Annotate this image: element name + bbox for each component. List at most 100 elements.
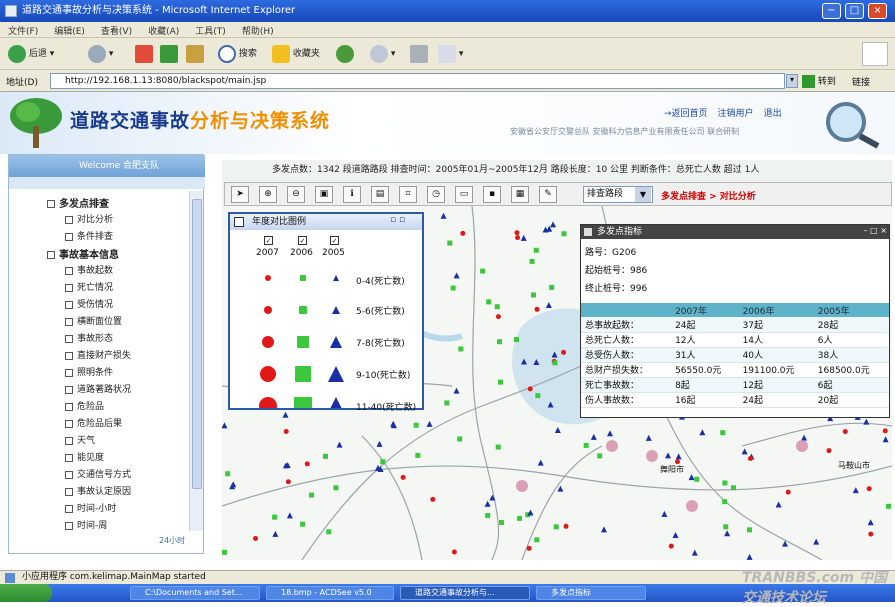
accident-marker-2007 [285,479,291,485]
checkbox-2006[interactable]: ✓ [298,236,307,245]
task-info-window[interactable]: 多发点指标 [536,586,646,600]
sidebar-item[interactable]: 条件排查 [65,229,113,242]
accident-marker-2006 [583,442,589,448]
table-cell: 总财产损失数： [581,362,672,378]
route-select-arrow-icon[interactable]: ▼ [635,187,651,202]
forward-button[interactable]: ▾ [88,44,113,64]
close-button[interactable]: × [868,3,887,19]
sidebar-item[interactable]: 天气 [65,433,95,446]
pointer-icon[interactable]: ➤ [231,186,249,203]
sidebar-item[interactable]: 事故形态 [65,331,113,344]
scrollbar-thumb[interactable] [192,199,202,489]
exit-link[interactable]: 退出 [764,109,782,119]
sidebar-item[interactable]: 多发点排查 [47,195,109,210]
home-button[interactable] [186,44,204,64]
start-button[interactable] [0,584,52,602]
sidebar-item[interactable]: 死亡情况 [65,280,113,293]
app-header: 道路交通事故分析与决策系统 →返回首页 注销用户 退出 安徽省公安厅交警总队 安徽科… [0,92,895,154]
table-cell: 28起 [813,317,889,333]
search-button[interactable]: 搜索 [218,44,257,64]
menu-help[interactable]: 帮助(H) [234,22,282,37]
sidebar-item[interactable]: 事故基本信息 [47,246,119,261]
task-explorer[interactable]: C:\Documents and Set... [130,586,260,600]
print-icon[interactable]: ▦ [511,186,529,203]
sidebar-item[interactable]: 对比分析 [65,212,113,225]
accident-marker-2006 [494,304,500,310]
sidebar-item[interactable]: 直接财产损失 [65,348,131,361]
sidebar-item[interactable]: 道路著路状况 [65,382,131,395]
sidebar-item[interactable]: 事故认定原因 [65,484,131,497]
full-extent-icon[interactable]: ▣ [315,186,333,203]
legend-circle-2007 [259,397,277,408]
maximize-button[interactable]: □ [845,3,864,19]
info-icon[interactable]: ℹ [343,186,361,203]
sidebar-item[interactable]: 受伤情况 [65,297,113,310]
accident-marker-2006 [457,436,463,442]
accident-marker-2006 [326,529,332,535]
back-button[interactable]: 后退 ▾ [8,44,54,64]
menu-file[interactable]: 文件(F) [0,22,46,37]
address-dropdown-icon[interactable]: ▾ [786,74,798,88]
checkbox-2005[interactable]: ✓ [330,236,339,245]
hotspot-marker [646,450,658,462]
layer-icon[interactable]: ▤ [371,186,389,203]
refresh-button[interactable] [160,44,178,64]
tree-node-icon [65,385,73,394]
edit-button[interactable]: ▾ [438,44,463,64]
sidebar-item[interactable]: 照明条件 [65,365,113,378]
go-button[interactable]: 转到 [802,74,836,88]
task-acdsee[interactable]: 18.bmp - ACDSee v5.0 [266,586,394,600]
task-ie[interactable]: 道路交通事故分析与... [400,586,530,600]
sidebar-item[interactable]: 横断面位置 [65,314,122,327]
menu-favorites[interactable]: 收藏(A) [140,22,187,37]
sidebar-item[interactable]: 事故起数 [65,263,113,276]
sidebar-item[interactable]: 能见度 [65,450,104,463]
home-link[interactable]: →返回首页 [664,109,708,119]
sidebar-item-label: 事故基本信息 [59,250,119,261]
accident-marker-2007 [866,486,872,492]
sidebar-item[interactable]: 危险品后果 [65,416,122,429]
legend-circle-2007 [260,366,276,382]
minimize-button[interactable]: − [822,3,841,19]
menu-edit[interactable]: 编辑(E) [46,22,93,37]
sidebar-item-label: 时间-周 [77,521,108,531]
logout-link[interactable]: 注销用户 [718,109,754,119]
menu-view[interactable]: 查看(V) [93,22,140,37]
measure-icon[interactable]: ⌗ [399,186,417,203]
sidebar-scrollbar[interactable] [189,191,203,531]
tree-node-icon [65,504,73,513]
sidebar-item[interactable]: 危险品 [65,399,104,412]
favorites-button[interactable]: 收藏夹 [272,44,320,64]
printer-icon [410,44,428,63]
query-icon[interactable]: ◷ [427,186,445,203]
legend-triangle-2005 [330,336,342,348]
media-button[interactable] [336,44,354,64]
stop-icon [135,44,153,63]
menu-tools[interactable]: 工具(T) [187,22,234,37]
address-input[interactable]: http://192.168.1.13:8080/blackspot/main.… [50,73,785,89]
checkbox-2007[interactable]: ✓ [264,236,273,245]
accident-marker-2006 [496,339,502,345]
place-label: 舞阳市 [660,465,684,474]
sidebar-item[interactable]: 时间-小时 [65,501,116,514]
legend-circle-2007 [264,306,272,314]
save-icon[interactable]: ▪ [483,186,501,203]
table-cell: 8起 [671,377,739,393]
legend-window-controls[interactable]: ▫ ▫ [390,215,405,225]
sidebar-item[interactable]: 时间-周 [65,518,107,531]
links-button[interactable]: 链接 [852,75,870,88]
print-button[interactable] [410,44,428,64]
info-window-controls[interactable]: – □ × [843,226,887,238]
hotspot-marker [796,440,808,452]
table-row: 总财产损失数： 56550.0元 191100.0元 168500.0元 [581,362,889,378]
ie-app-icon [5,5,17,17]
zoom-in-icon[interactable]: ⊕ [259,186,277,203]
zoom-out-icon[interactable]: ⊖ [287,186,305,203]
mail-button[interactable]: ▾ [370,44,395,64]
map-breadcrumb[interactable]: 多发点排查 > 对比分析 [661,189,756,202]
export-icon[interactable]: ✎ [539,186,557,203]
stop-button[interactable] [135,44,153,64]
tree-node-icon [65,419,73,428]
sidebar-item[interactable]: 交通信号方式 [65,467,131,480]
open-icon[interactable]: ▭ [455,186,473,203]
